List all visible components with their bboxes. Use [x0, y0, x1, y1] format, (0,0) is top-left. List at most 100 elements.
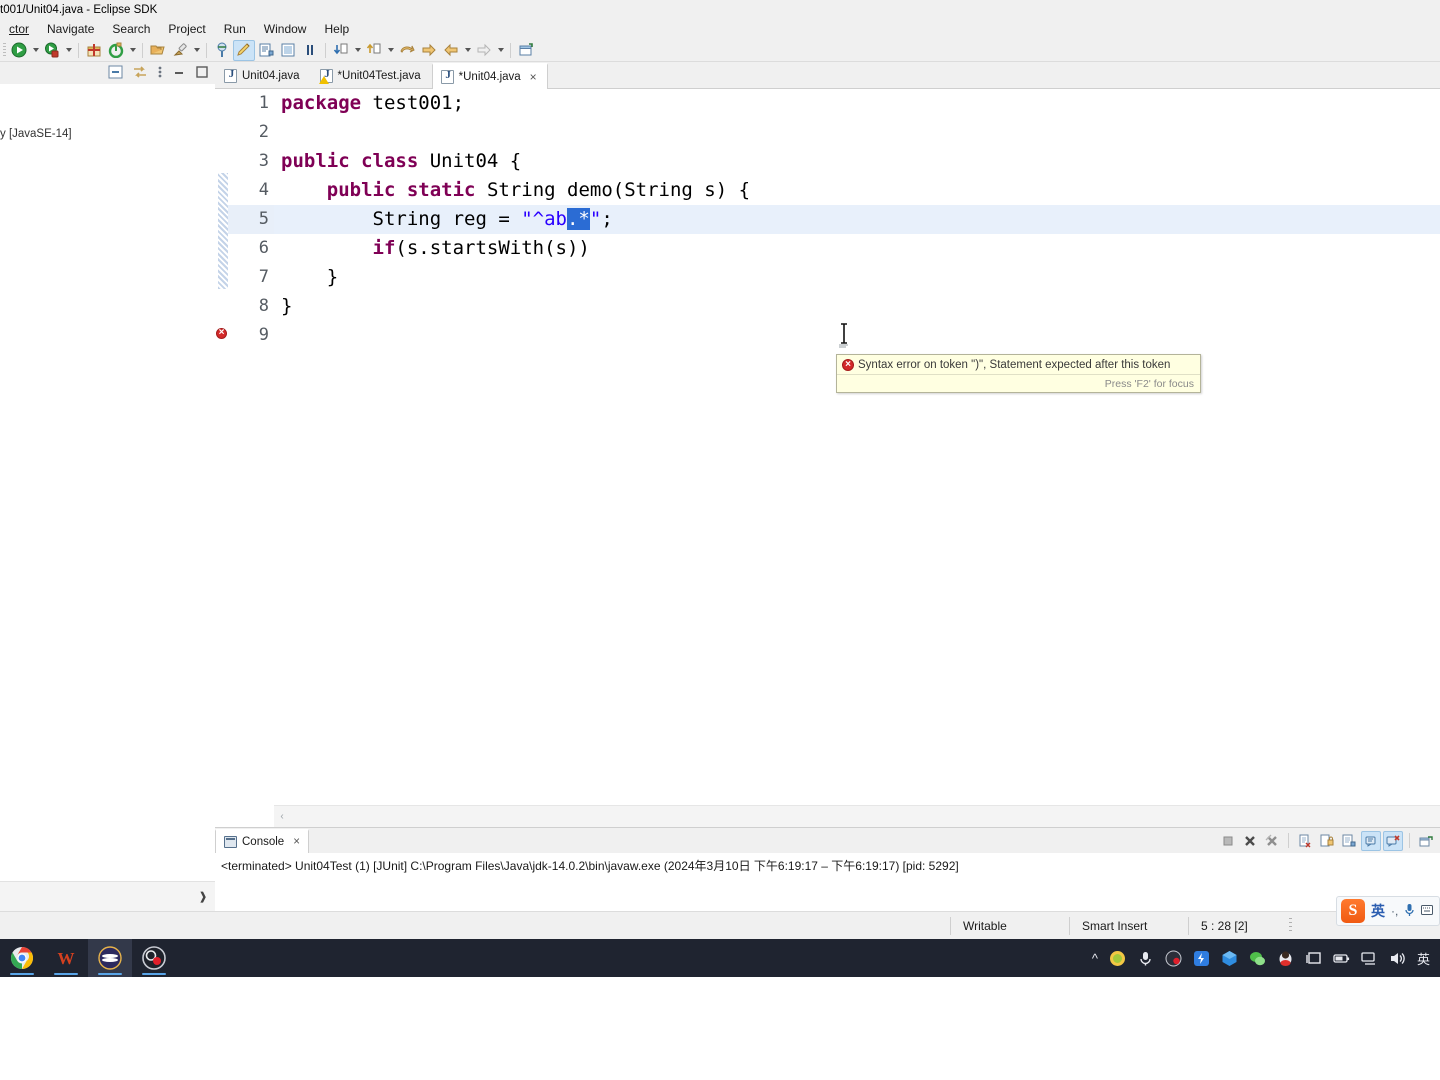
menu-item-window[interactable]: Window [255, 19, 316, 39]
forward-icon[interactable] [418, 40, 440, 61]
collapse-all-icon[interactable] [108, 65, 123, 82]
menu-item-navigate[interactable]: Navigate [38, 19, 103, 39]
code-text[interactable]: package test001; public class Unit04 { pu… [274, 89, 1440, 799]
back-dropdown-arrow[interactable] [462, 40, 473, 61]
scroll-left-icon[interactable]: ‹ [274, 811, 290, 822]
code-line[interactable]: public static String demo(String s) { [274, 176, 1440, 205]
clear-console-icon[interactable] [1295, 831, 1315, 851]
menu-item-run[interactable]: Run [215, 19, 255, 39]
remove-all-terminated-icon[interactable] [1262, 831, 1282, 851]
editor-horizontal-scrollbar[interactable]: ‹ [274, 805, 1440, 827]
keyboard-icon[interactable] [1421, 904, 1434, 918]
menu-item-project-label: Project [168, 22, 206, 36]
ime-toolbar[interactable]: S 英 ·, [1336, 896, 1440, 926]
new-java-project-icon[interactable] [255, 40, 277, 61]
toggle-mark-occurrences-icon[interactable] [233, 39, 255, 61]
package-explorer-tree[interactable]: y [JavaSE-14] [0, 84, 215, 881]
close-icon[interactable]: × [530, 70, 537, 84]
code-token: "^ab [521, 208, 567, 230]
code-line[interactable]: } [274, 263, 1440, 292]
console-output[interactable]: <terminated> Unit04Test (1) [JUnit] C:\P… [215, 853, 1440, 912]
editor-tab-unit04[interactable]: Unit04.java [215, 62, 311, 88]
external-tools-dropdown-arrow[interactable] [127, 40, 138, 61]
skip-breakpoints-icon[interactable] [299, 40, 321, 61]
run-dropdown-arrow[interactable] [30, 40, 41, 61]
open-console-icon[interactable] [1416, 831, 1436, 851]
search-icon[interactable] [169, 40, 191, 61]
menu-item-project[interactable]: Project [159, 19, 214, 39]
code-line[interactable]: package test001; [274, 89, 1440, 118]
link-with-editor-icon[interactable] [132, 65, 148, 82]
previous-annotation-dropdown-arrow[interactable] [352, 40, 363, 61]
new-java-package-icon[interactable] [83, 40, 105, 61]
next-annotation-dropdown-arrow[interactable] [385, 40, 396, 61]
source-editor[interactable]: 1 2 3 4 ⊖ 5 6 7 8 9 package test001; publ… [215, 89, 1440, 827]
code-line[interactable] [274, 321, 1440, 350]
tree-item-jre-library[interactable]: y [JavaSE-14] [0, 124, 215, 143]
code-line[interactable]: } [274, 292, 1440, 321]
eclipse-taskbar-icon[interactable] [88, 939, 132, 977]
obs-taskbar-icon[interactable] [132, 939, 176, 977]
pin-editor-icon[interactable] [211, 40, 233, 61]
show-hidden-icons-chevron[interactable]: ^ [1092, 951, 1098, 966]
code-line[interactable] [274, 118, 1440, 147]
editor-tab-unit04-active[interactable]: *Unit04.java × [431, 63, 548, 89]
battery-tray-icon[interactable] [1333, 950, 1350, 967]
status-resize-grip[interactable] [1289, 917, 1292, 934]
menu-item-refactor[interactable]: ctor [0, 19, 38, 39]
forward-history-dropdown-arrow[interactable] [495, 40, 506, 61]
pin-console-icon[interactable] [1361, 830, 1381, 851]
menu-item-help[interactable]: Help [315, 19, 358, 39]
open-type-icon[interactable] [147, 40, 169, 61]
volume-tray-icon[interactable] [1389, 950, 1406, 967]
obs-tray-icon[interactable] [1165, 950, 1182, 967]
wps-taskbar-icon[interactable]: W [44, 939, 88, 977]
microphone-tray-icon[interactable] [1137, 950, 1154, 967]
display-selected-console-icon[interactable] [1383, 830, 1403, 851]
pinyin-toggle-icon[interactable]: ·, [1391, 904, 1398, 918]
scrollbar-track[interactable] [290, 805, 1440, 827]
debug-dropdown-arrow[interactable] [63, 40, 74, 61]
wechat-tray-icon[interactable] [1249, 950, 1266, 967]
chrome-taskbar-icon[interactable] [0, 939, 44, 977]
box-tray-icon[interactable] [1221, 950, 1238, 967]
close-icon[interactable]: × [293, 836, 300, 848]
terminate-icon[interactable] [1218, 831, 1238, 851]
nvidia-tray-icon[interactable] [1109, 950, 1126, 967]
ime-mode-label[interactable]: 英 [1371, 901, 1385, 921]
remove-launch-icon[interactable] [1240, 831, 1260, 851]
task-view-tray-icon[interactable] [1305, 950, 1322, 967]
open-task-icon[interactable] [277, 40, 299, 61]
menu-item-search[interactable]: Search [103, 19, 159, 39]
code-line[interactable]: String reg = "^ab.*"; [274, 205, 1440, 234]
minimize-icon[interactable] [172, 65, 186, 82]
annotation-ruler[interactable] [215, 89, 228, 799]
show-console-on-output-icon[interactable] [1339, 831, 1359, 851]
error-marker-icon[interactable] [216, 326, 228, 340]
console-tab[interactable]: Console × [215, 828, 309, 853]
scroll-lock-icon[interactable] [1317, 831, 1337, 851]
view-menu-icon[interactable] [157, 65, 163, 82]
network-tray-icon[interactable] [1361, 950, 1378, 967]
previous-annotation-icon[interactable] [330, 40, 352, 61]
debug-icon[interactable] [41, 40, 63, 61]
forward-history-icon[interactable] [473, 40, 495, 61]
last-edit-location-icon[interactable] [396, 40, 418, 61]
search-dropdown-arrow[interactable] [191, 40, 202, 61]
language-indicator[interactable]: 英 [1417, 949, 1430, 968]
expand-arrow-icon[interactable]: ❱ [195, 889, 211, 905]
thunder-tray-icon[interactable] [1193, 950, 1210, 967]
toolbar-grip[interactable] [3, 42, 6, 58]
run-icon[interactable] [8, 40, 30, 61]
sogou-logo-icon[interactable]: S [1341, 899, 1365, 923]
editor-tab-unit04test[interactable]: *Unit04Test.java [311, 62, 432, 88]
microphone-icon[interactable] [1404, 903, 1415, 920]
external-tools-icon[interactable] [105, 40, 127, 61]
back-icon[interactable] [440, 40, 462, 61]
code-line[interactable]: public class Unit04 { [274, 147, 1440, 176]
new-window-icon[interactable] [515, 40, 537, 61]
code-line[interactable]: if(s.startsWith(s)) [274, 234, 1440, 263]
next-annotation-icon[interactable] [363, 40, 385, 61]
qq-tray-icon[interactable] [1277, 950, 1294, 967]
maximize-icon[interactable] [195, 65, 209, 82]
